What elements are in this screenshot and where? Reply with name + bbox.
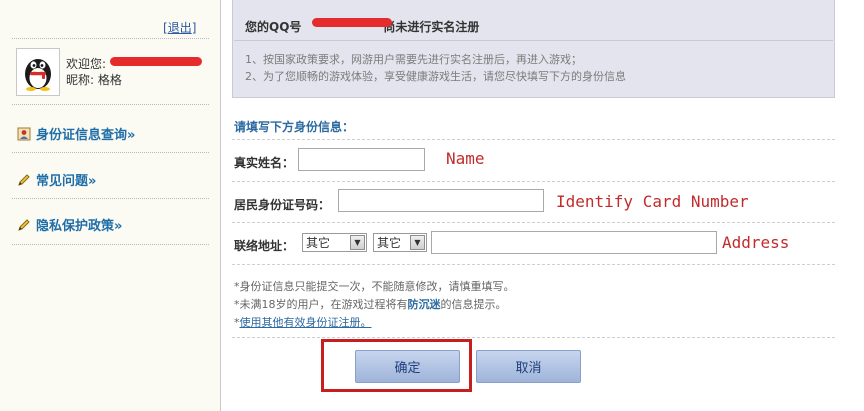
id-number-input[interactable] [338,189,544,212]
pencil-icon [17,173,31,187]
address-label: 联络地址： [234,239,295,253]
divider [232,264,835,265]
form-title: 请填写下方身份信息： [234,120,355,134]
logout-label[interactable]: 退出 [168,21,192,35]
nickname-label: 昵称: [66,73,95,87]
divider [232,337,835,338]
id-annotation: Identify Card Number [556,192,749,211]
divider [12,152,209,153]
id-card-icon [17,127,31,141]
chevron-down-icon[interactable]: ▼ [350,235,365,250]
name-label: 真实姓名： [234,156,295,170]
divider [12,104,209,105]
note-text: *未满18岁的用户，在游戏过程将有 [234,298,408,311]
address-input[interactable] [431,231,717,254]
welcome-text: 欢迎您: [66,57,107,71]
anti-addiction-text: 防沉迷 [407,298,441,311]
nav-id-query-label: 身份证信息查询» [36,128,136,143]
divider [12,244,209,245]
redaction-mark [110,57,202,66]
province-selected: 其它 [306,236,331,250]
notice-line: 1、按国家政策要求，网游用户需要先进行实名注册后，再进入游戏； [245,53,582,66]
divider [232,222,835,223]
nav-faq-label: 常见问题» [36,174,97,189]
note-line: *未满18岁的用户，在游戏过程将有防沉迷的信息提示。 [234,296,507,312]
province-select[interactable]: 其它 ▼ [302,233,367,252]
cancel-button[interactable]: 取消 [476,350,581,383]
notice-line: 2、为了您顺畅的游戏体验，享受健康游戏生活，请您尽快填写下方的身份信息 [245,70,626,83]
logout-link[interactable]: [退出] [163,19,196,36]
note-text: 的信息提示。 [440,298,507,311]
note-line: *身份证信息只能提交一次，不能随意修改，请慎重填写。 [234,280,515,293]
divider [232,139,835,140]
nickname-row: 昵称: 格格 [66,71,122,88]
nickname-value: 格格 [97,73,122,87]
redaction-mark [312,18,392,27]
highlight-box [321,339,472,392]
chevron-down-icon[interactable]: ▼ [410,235,425,250]
notice-title-suffix: 尚未进行实名注册 [383,20,480,34]
divider [12,198,209,199]
city-select[interactable]: 其它 ▼ [373,233,427,252]
id-label: 居民身份证号码： [234,198,331,212]
logout-bracket-close: ] [191,21,197,35]
nav-privacy[interactable]: 隐私保护政策» [17,215,122,234]
nav-faq[interactable]: 常见问题» [17,170,96,189]
name-input[interactable] [298,148,425,171]
sidebar: [退出] 欢迎您: 昵称: 格格 身份证信息查询» 常见问题» 隐私保护政策» [0,0,221,411]
address-annotation: Address [722,233,790,252]
divider [12,38,209,39]
nav-id-query[interactable]: 身份证信息查询» [17,124,135,143]
divider [234,40,833,41]
avatar [16,48,60,96]
nav-privacy-label: 隐私保护政策» [36,219,123,234]
note-line: *使用其他有效身份证注册。 [234,314,372,330]
city-selected: 其它 [377,236,402,250]
other-id-register-link[interactable]: 使用其他有效身份证注册。 [240,316,372,329]
pencil-icon [17,218,31,232]
qq-penguin-icon [25,59,51,91]
name-annotation: Name [446,149,485,168]
notice-box: 您的QQ号 尚未进行实名注册 1、按国家政策要求，网游用户需要先进行实名注册后，再… [232,0,835,98]
divider [232,181,835,182]
notice-title-prefix: 您的QQ号 [245,20,302,34]
